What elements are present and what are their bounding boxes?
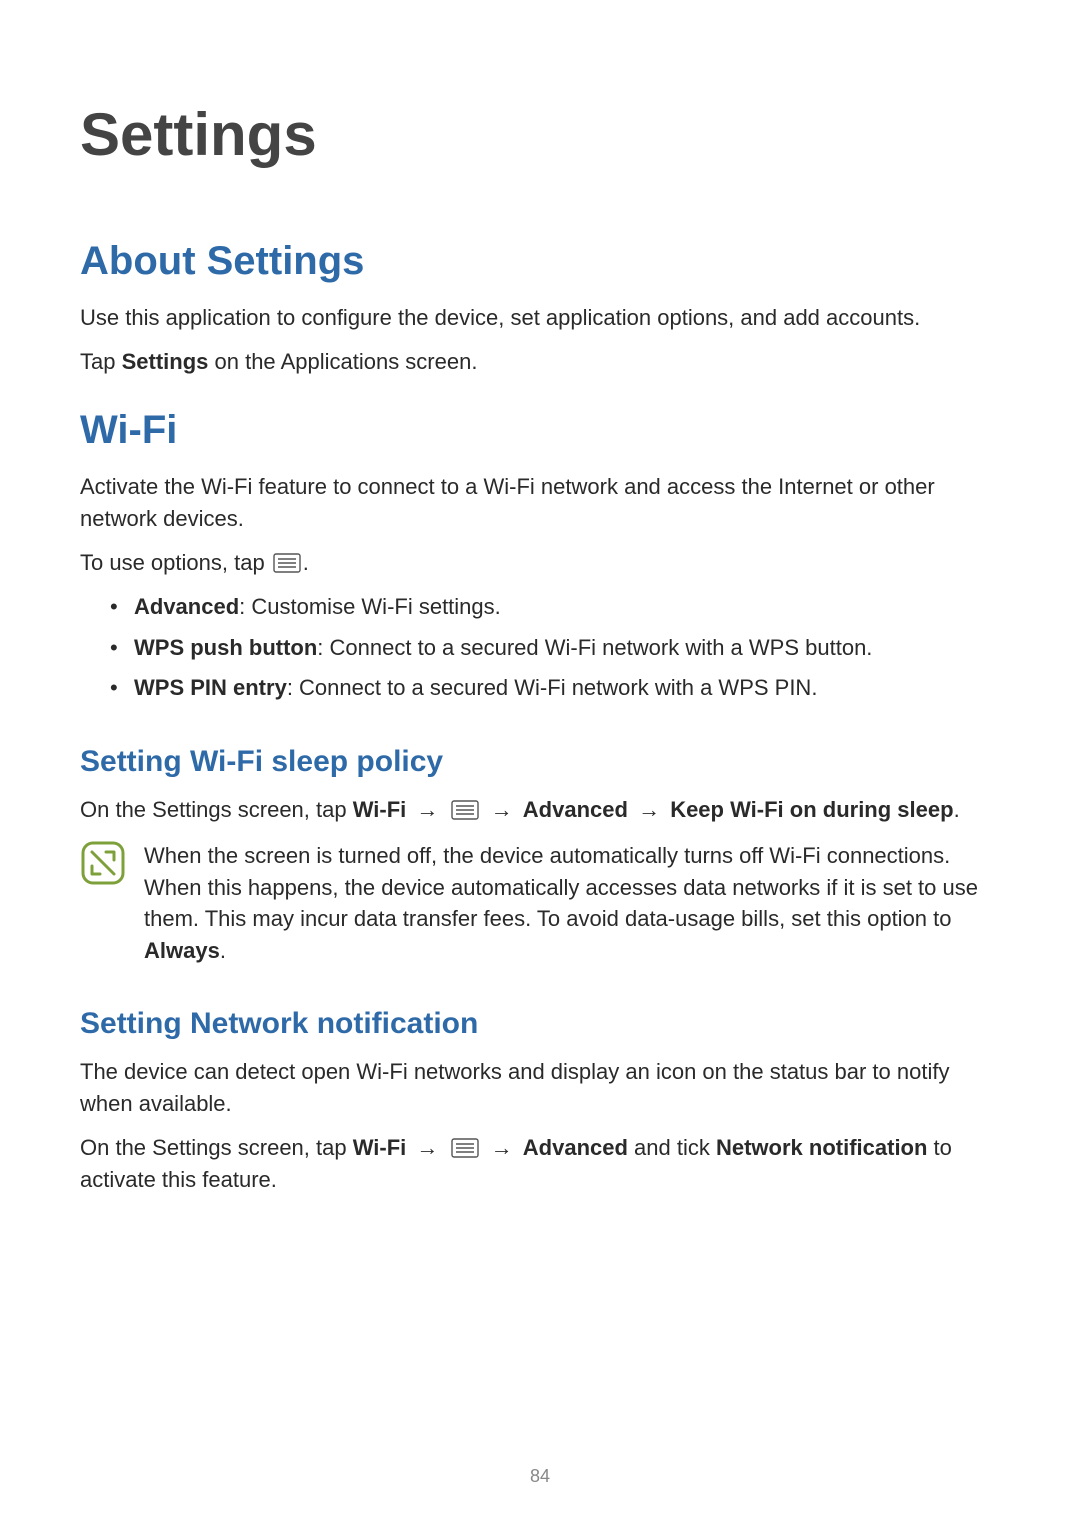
menu-icon (451, 1138, 479, 1158)
wifi-description: Activate the Wi-Fi feature to connect to… (80, 471, 1000, 535)
text-fragment: on the Applications screen. (208, 349, 477, 374)
option-wps-pin-desc: : Connect to a secured Wi-Fi network wit… (287, 675, 818, 700)
option-wps-push-label: WPS push button (134, 635, 317, 660)
text-fragment: and tick (628, 1135, 716, 1160)
arrow-icon: → (416, 797, 438, 822)
network-notification-description: The device can detect open Wi-Fi network… (80, 1056, 1000, 1120)
path-advanced: Advanced (523, 797, 628, 822)
manual-page: Settings About Settings Use this applica… (0, 0, 1080, 1527)
settings-app-name: Settings (122, 349, 209, 374)
subsection-network-notification-heading: Setting Network notification (80, 1007, 1000, 1041)
subsection-sleep-policy-heading: Setting Wi-Fi sleep policy (80, 745, 1000, 779)
menu-icon (273, 553, 301, 573)
option-wps-pin-label: WPS PIN entry (134, 675, 287, 700)
menu-icon (451, 800, 479, 820)
section-about-settings-heading: About Settings (80, 239, 1000, 284)
path-wifi: Wi-Fi (353, 1135, 407, 1160)
text-fragment: . (954, 797, 960, 822)
option-wps-push-desc: : Connect to a secured Wi-Fi network wit… (317, 635, 872, 660)
arrow-icon: → (638, 797, 660, 822)
arrow-icon: → (491, 797, 513, 822)
option-advanced-desc: : Customise Wi-Fi settings. (239, 594, 501, 619)
text-fragment: . (303, 550, 309, 575)
text-fragment: . (220, 938, 226, 963)
path-advanced: Advanced (523, 1135, 628, 1160)
text-fragment: On the Settings screen, tap (80, 1135, 353, 1160)
note-text: When the screen is turned off, the devic… (144, 840, 1000, 968)
text-fragment: On the Settings screen, tap (80, 797, 353, 822)
path-network-notification: Network notification (716, 1135, 927, 1160)
list-item: Advanced: Customise Wi-Fi settings. (110, 590, 1000, 624)
arrow-icon: → (491, 1135, 513, 1160)
option-advanced-label: Advanced (134, 594, 239, 619)
section-wifi-heading: Wi-Fi (80, 408, 1000, 453)
wifi-options-instruction: To use options, tap . (80, 547, 1000, 579)
arrow-icon: → (416, 1135, 438, 1160)
about-settings-tap-instruction: Tap Settings on the Applications screen. (80, 346, 1000, 378)
sleep-policy-path: On the Settings screen, tap Wi-Fi → → Ad… (80, 794, 1000, 826)
note-icon (80, 840, 126, 886)
note-block: When the screen is turned off, the devic… (80, 840, 1000, 968)
network-notification-path: On the Settings screen, tap Wi-Fi → → Ad… (80, 1132, 1000, 1196)
page-number: 84 (0, 1466, 1080, 1487)
list-item: WPS push button: Connect to a secured Wi… (110, 631, 1000, 665)
path-keep-wifi-on: Keep Wi-Fi on during sleep (670, 797, 953, 822)
text-fragment: Tap (80, 349, 122, 374)
chapter-title: Settings (80, 100, 1000, 169)
list-item: WPS PIN entry: Connect to a secured Wi-F… (110, 671, 1000, 705)
text-fragment: To use options, tap (80, 550, 271, 575)
note-always: Always (144, 938, 220, 963)
wifi-options-list: Advanced: Customise Wi-Fi settings. WPS … (110, 590, 1000, 704)
path-wifi: Wi-Fi (353, 797, 407, 822)
about-settings-description: Use this application to configure the de… (80, 302, 1000, 334)
text-fragment: When the screen is turned off, the devic… (144, 843, 978, 932)
